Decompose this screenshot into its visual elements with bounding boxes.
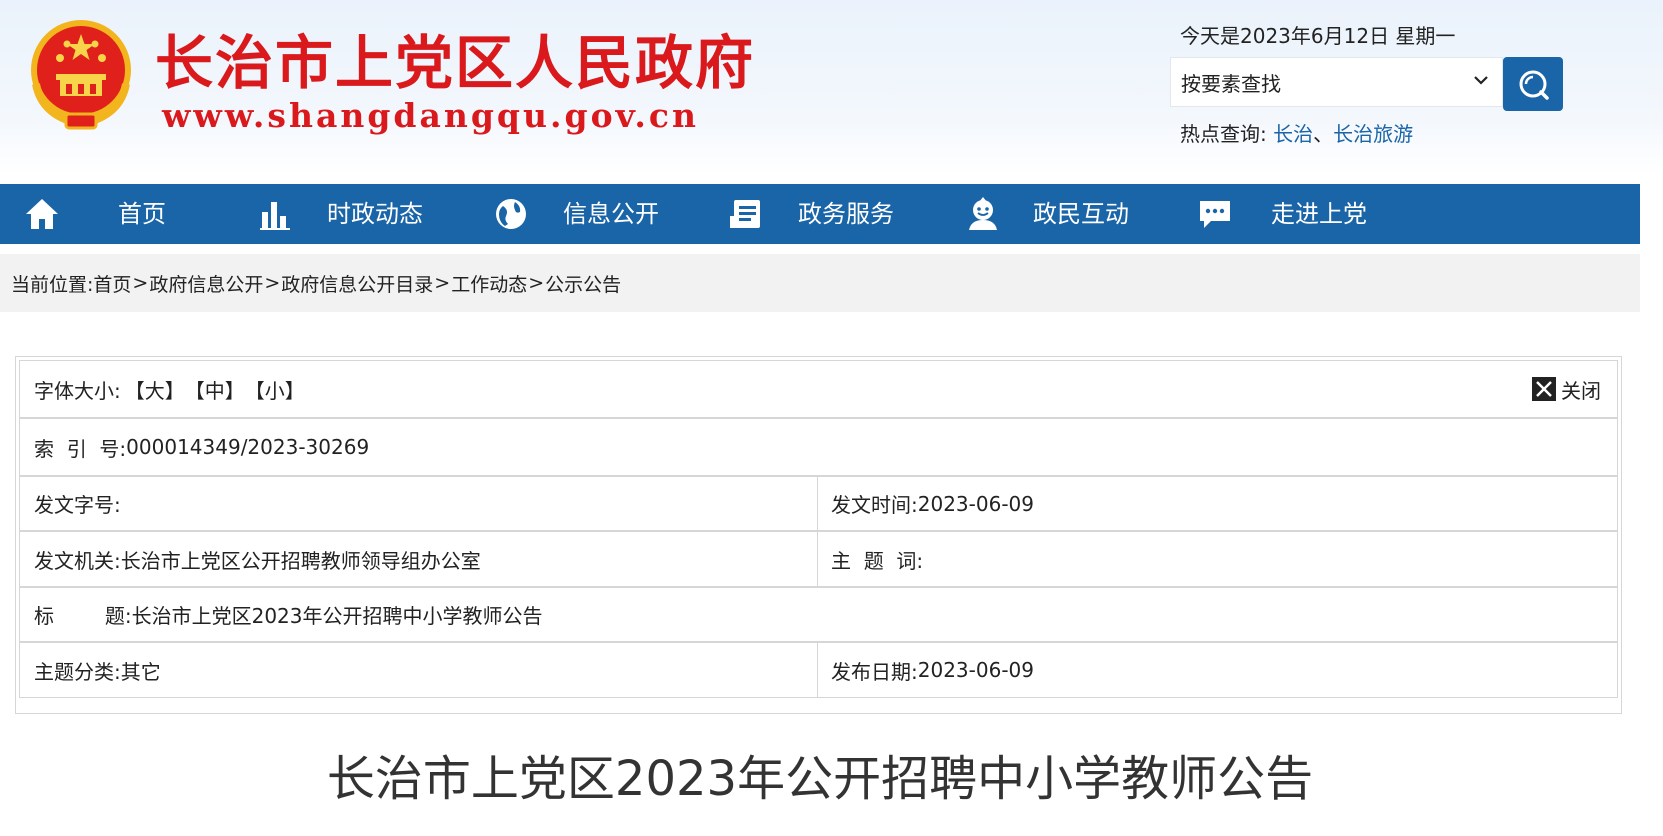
title-label: 标 题: — [34, 604, 132, 628]
nav-label: 走进上党 — [1271, 200, 1367, 228]
font-size-large-button[interactable]: 【大】 — [125, 375, 185, 404]
globe-icon — [496, 199, 526, 229]
breadcrumb-item[interactable]: 政府信息公开目录 — [281, 270, 433, 297]
hot-link-separator: 、 — [1313, 122, 1334, 146]
hot-search: 热点查询: 长治、长治旅游 — [1180, 120, 1413, 148]
index-number-value: 000014349/2023-30269 — [126, 435, 370, 459]
nav-item-gov-services[interactable]: 政务服务 — [700, 184, 935, 244]
index-number-label: 索 引 号: — [34, 436, 127, 461]
nav-item-info-disclosure[interactable]: 信息公开 — [465, 184, 700, 244]
bar-chart-icon — [260, 202, 290, 230]
font-size-label: 字体大小: — [34, 378, 121, 403]
nav-label: 时政动态 — [327, 200, 423, 228]
breadcrumb-item[interactable]: 政府信息公开 — [149, 270, 263, 297]
chat-bubble-icon — [1200, 201, 1230, 228]
index-number-row: 索 引 号: 000014349/2023-30269 — [19, 418, 1618, 476]
nav-item-home[interactable]: 首页 — [0, 184, 230, 244]
site-header: 长治市上党区人民政府 www.shangdangqu.gov.cn 今天是202… — [0, 0, 1663, 175]
breadcrumb-separator: > — [434, 272, 451, 294]
chevron-down-icon — [1474, 76, 1488, 85]
people-icon — [969, 197, 997, 230]
hot-search-label: 热点查询: — [1180, 122, 1267, 146]
main-nav: 首页 时政动态 信息公开 政务服务 政民互动 走进上党 — [0, 184, 1640, 244]
issuer-value: 长治市上党区公开招聘教师领导组办公室 — [120, 548, 481, 573]
search-button[interactable] — [1503, 57, 1563, 111]
issue-time-label: 发文时间: — [831, 493, 918, 517]
nav-label: 政民互动 — [1033, 200, 1129, 228]
current-date: 今天是2023年6月12日 星期一 — [1180, 24, 1456, 48]
nav-item-interaction[interactable]: 政民互动 — [935, 184, 1170, 244]
breadcrumb-separator: > — [264, 272, 281, 294]
search-type-select[interactable]: 按要素查找 — [1170, 57, 1503, 107]
issuer-row: 发文机关: 长治市上党区公开招聘教师领导组办公室 主 题 词: — [19, 531, 1618, 587]
breadcrumb: 当前位置: 首页 > 政府信息公开 > 政府信息公开目录 > 工作动态 > 公示… — [0, 254, 1640, 312]
breadcrumb-item[interactable]: 首页 — [93, 270, 131, 297]
doc-number-row: 发文字号: 发文时间: 2023-06-09 — [19, 476, 1618, 531]
close-label: 关闭 — [1561, 378, 1601, 403]
nav-item-about[interactable]: 走进上党 — [1170, 184, 1405, 244]
category-row: 主题分类: 其它 发布日期: 2023-06-09 — [19, 642, 1618, 698]
doc-number-label: 发文字号: — [34, 493, 121, 517]
hot-link-changzhi-tourism[interactable]: 长治旅游 — [1333, 122, 1413, 146]
font-size-row: 字体大小: 【大】 【中】 【小】 关闭 — [19, 360, 1618, 418]
close-button[interactable]: 关闭 — [1532, 361, 1601, 417]
breadcrumb-separator: > — [132, 272, 149, 294]
nav-label: 政务服务 — [798, 200, 894, 228]
nav-label: 信息公开 — [563, 200, 659, 228]
national-emblem-icon — [31, 20, 131, 130]
close-icon — [1532, 377, 1556, 401]
breadcrumb-prefix: 当前位置: — [11, 273, 94, 296]
breadcrumb-item[interactable]: 公示公告 — [545, 270, 621, 297]
article-title: 长治市上党区2023年公开招聘中小学教师公告 — [326, 751, 1314, 807]
category-value: 其它 — [120, 659, 161, 684]
nav-item-news[interactable]: 时政动态 — [230, 184, 465, 244]
publish-date-label: 发布日期: — [831, 659, 918, 684]
font-size-medium-button[interactable]: 【中】 — [185, 375, 245, 404]
home-icon — [26, 199, 58, 229]
breadcrumb-separator: > — [528, 272, 545, 294]
publish-date-value: 2023-06-09 — [917, 658, 1034, 682]
issuer-label: 发文机关: — [34, 548, 121, 573]
search-type-value: 按要素查找 — [1181, 71, 1281, 96]
document-icon — [730, 200, 760, 228]
nav-label: 首页 — [118, 200, 166, 228]
hot-link-changzhi[interactable]: 长治 — [1273, 122, 1313, 146]
font-size-small-button[interactable]: 【小】 — [245, 375, 305, 404]
breadcrumb-item[interactable]: 工作动态 — [451, 270, 527, 297]
site-name: 长治市上党区人民政府 — [155, 29, 756, 97]
issue-time-value: 2023-06-09 — [917, 491, 1034, 516]
keywords-label: 主 题 词: — [831, 548, 924, 573]
title-value: 长治市上党区2023年公开招聘中小学教师公告 — [131, 604, 543, 628]
site-url: www.shangdangqu.gov.cn — [162, 96, 700, 135]
document-info-panel: 字体大小: 【大】 【中】 【小】 关闭 索 引 号: 000014349/20… — [15, 356, 1622, 714]
title-row: 标 题: 长治市上党区2023年公开招聘中小学教师公告 — [19, 587, 1618, 642]
category-label: 主题分类: — [34, 659, 121, 684]
search-icon — [1519, 70, 1549, 100]
